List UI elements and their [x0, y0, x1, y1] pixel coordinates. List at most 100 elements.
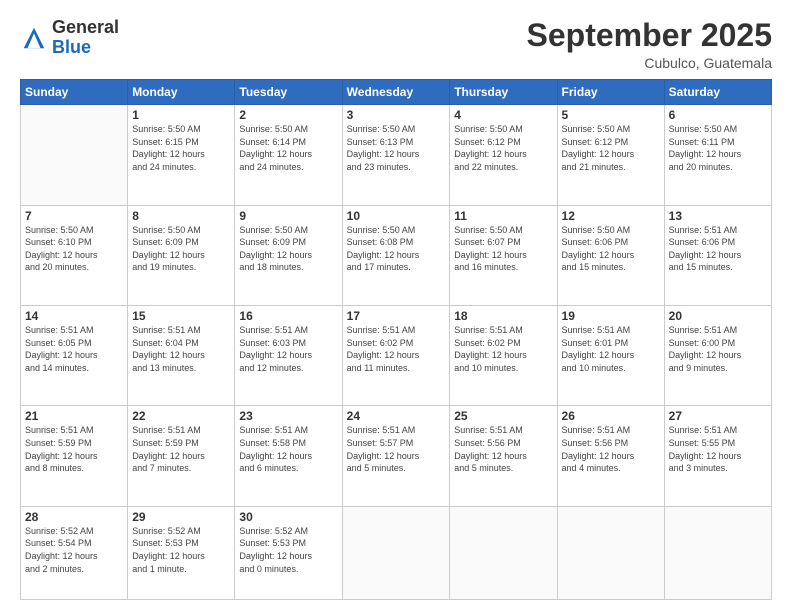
day-number: 9 — [239, 209, 337, 223]
calendar-cell: 24Sunrise: 5:51 AM Sunset: 5:57 PM Dayli… — [342, 406, 450, 506]
day-info: Sunrise: 5:51 AM Sunset: 5:56 PM Dayligh… — [562, 424, 660, 474]
calendar-cell: 9Sunrise: 5:50 AM Sunset: 6:09 PM Daylig… — [235, 205, 342, 305]
day-info: Sunrise: 5:51 AM Sunset: 6:06 PM Dayligh… — [669, 224, 767, 274]
weekday-header: Monday — [128, 80, 235, 105]
day-info: Sunrise: 5:51 AM Sunset: 5:59 PM Dayligh… — [132, 424, 230, 474]
calendar-week-row: 1Sunrise: 5:50 AM Sunset: 6:15 PM Daylig… — [21, 105, 772, 205]
calendar-cell — [21, 105, 128, 205]
day-info: Sunrise: 5:51 AM Sunset: 6:05 PM Dayligh… — [25, 324, 123, 374]
day-number: 20 — [669, 309, 767, 323]
weekday-header: Sunday — [21, 80, 128, 105]
logo-blue: Blue — [52, 37, 91, 57]
day-number: 29 — [132, 510, 230, 524]
calendar-cell: 16Sunrise: 5:51 AM Sunset: 6:03 PM Dayli… — [235, 306, 342, 406]
day-number: 12 — [562, 209, 660, 223]
calendar-cell: 27Sunrise: 5:51 AM Sunset: 5:55 PM Dayli… — [664, 406, 771, 506]
day-number: 24 — [347, 409, 446, 423]
day-number: 1 — [132, 108, 230, 122]
logo-text: General Blue — [52, 18, 119, 58]
day-info: Sunrise: 5:50 AM Sunset: 6:12 PM Dayligh… — [454, 123, 552, 173]
day-number: 8 — [132, 209, 230, 223]
calendar-cell — [557, 506, 664, 599]
calendar-cell: 7Sunrise: 5:50 AM Sunset: 6:10 PM Daylig… — [21, 205, 128, 305]
calendar-week-row: 14Sunrise: 5:51 AM Sunset: 6:05 PM Dayli… — [21, 306, 772, 406]
day-info: Sunrise: 5:50 AM Sunset: 6:08 PM Dayligh… — [347, 224, 446, 274]
calendar-cell — [450, 506, 557, 599]
day-number: 2 — [239, 108, 337, 122]
location: Cubulco, Guatemala — [527, 55, 772, 71]
day-info: Sunrise: 5:51 AM Sunset: 5:56 PM Dayligh… — [454, 424, 552, 474]
calendar-week-row: 28Sunrise: 5:52 AM Sunset: 5:54 PM Dayli… — [21, 506, 772, 599]
day-number: 7 — [25, 209, 123, 223]
day-number: 16 — [239, 309, 337, 323]
day-number: 6 — [669, 108, 767, 122]
calendar-week-row: 21Sunrise: 5:51 AM Sunset: 5:59 PM Dayli… — [21, 406, 772, 506]
day-number: 25 — [454, 409, 552, 423]
calendar-cell: 3Sunrise: 5:50 AM Sunset: 6:13 PM Daylig… — [342, 105, 450, 205]
day-number: 28 — [25, 510, 123, 524]
day-info: Sunrise: 5:52 AM Sunset: 5:53 PM Dayligh… — [132, 525, 230, 575]
day-info: Sunrise: 5:50 AM Sunset: 6:07 PM Dayligh… — [454, 224, 552, 274]
day-info: Sunrise: 5:50 AM Sunset: 6:12 PM Dayligh… — [562, 123, 660, 173]
day-info: Sunrise: 5:52 AM Sunset: 5:53 PM Dayligh… — [239, 525, 337, 575]
page: General Blue September 2025 Cubulco, Gua… — [0, 0, 792, 612]
logo-icon — [20, 24, 48, 52]
day-info: Sunrise: 5:51 AM Sunset: 6:03 PM Dayligh… — [239, 324, 337, 374]
calendar-cell: 13Sunrise: 5:51 AM Sunset: 6:06 PM Dayli… — [664, 205, 771, 305]
day-number: 19 — [562, 309, 660, 323]
header: General Blue September 2025 Cubulco, Gua… — [20, 18, 772, 71]
day-number: 17 — [347, 309, 446, 323]
day-info: Sunrise: 5:51 AM Sunset: 6:04 PM Dayligh… — [132, 324, 230, 374]
month-title: September 2025 — [527, 18, 772, 53]
day-info: Sunrise: 5:51 AM Sunset: 6:02 PM Dayligh… — [454, 324, 552, 374]
calendar-cell: 19Sunrise: 5:51 AM Sunset: 6:01 PM Dayli… — [557, 306, 664, 406]
weekday-header-row: SundayMondayTuesdayWednesdayThursdayFrid… — [21, 80, 772, 105]
calendar-cell: 10Sunrise: 5:50 AM Sunset: 6:08 PM Dayli… — [342, 205, 450, 305]
day-info: Sunrise: 5:52 AM Sunset: 5:54 PM Dayligh… — [25, 525, 123, 575]
calendar-cell: 6Sunrise: 5:50 AM Sunset: 6:11 PM Daylig… — [664, 105, 771, 205]
day-number: 14 — [25, 309, 123, 323]
day-info: Sunrise: 5:50 AM Sunset: 6:14 PM Dayligh… — [239, 123, 337, 173]
calendar-cell: 25Sunrise: 5:51 AM Sunset: 5:56 PM Dayli… — [450, 406, 557, 506]
calendar-cell: 5Sunrise: 5:50 AM Sunset: 6:12 PM Daylig… — [557, 105, 664, 205]
day-info: Sunrise: 5:50 AM Sunset: 6:06 PM Dayligh… — [562, 224, 660, 274]
calendar-cell: 23Sunrise: 5:51 AM Sunset: 5:58 PM Dayli… — [235, 406, 342, 506]
day-number: 26 — [562, 409, 660, 423]
title-block: September 2025 Cubulco, Guatemala — [527, 18, 772, 71]
day-info: Sunrise: 5:50 AM Sunset: 6:15 PM Dayligh… — [132, 123, 230, 173]
calendar-cell: 21Sunrise: 5:51 AM Sunset: 5:59 PM Dayli… — [21, 406, 128, 506]
day-number: 4 — [454, 108, 552, 122]
calendar-cell: 15Sunrise: 5:51 AM Sunset: 6:04 PM Dayli… — [128, 306, 235, 406]
day-info: Sunrise: 5:51 AM Sunset: 5:55 PM Dayligh… — [669, 424, 767, 474]
calendar-week-row: 7Sunrise: 5:50 AM Sunset: 6:10 PM Daylig… — [21, 205, 772, 305]
weekday-header: Tuesday — [235, 80, 342, 105]
day-info: Sunrise: 5:51 AM Sunset: 5:57 PM Dayligh… — [347, 424, 446, 474]
day-number: 13 — [669, 209, 767, 223]
weekday-header: Thursday — [450, 80, 557, 105]
day-number: 15 — [132, 309, 230, 323]
weekday-header: Friday — [557, 80, 664, 105]
day-info: Sunrise: 5:51 AM Sunset: 5:59 PM Dayligh… — [25, 424, 123, 474]
day-info: Sunrise: 5:51 AM Sunset: 6:01 PM Dayligh… — [562, 324, 660, 374]
day-info: Sunrise: 5:50 AM Sunset: 6:09 PM Dayligh… — [239, 224, 337, 274]
logo-general: General — [52, 17, 119, 37]
calendar-cell: 17Sunrise: 5:51 AM Sunset: 6:02 PM Dayli… — [342, 306, 450, 406]
day-number: 18 — [454, 309, 552, 323]
calendar-cell: 20Sunrise: 5:51 AM Sunset: 6:00 PM Dayli… — [664, 306, 771, 406]
day-number: 11 — [454, 209, 552, 223]
day-info: Sunrise: 5:51 AM Sunset: 6:02 PM Dayligh… — [347, 324, 446, 374]
day-info: Sunrise: 5:50 AM Sunset: 6:13 PM Dayligh… — [347, 123, 446, 173]
calendar-table: SundayMondayTuesdayWednesdayThursdayFrid… — [20, 79, 772, 600]
calendar-cell: 29Sunrise: 5:52 AM Sunset: 5:53 PM Dayli… — [128, 506, 235, 599]
calendar-cell: 26Sunrise: 5:51 AM Sunset: 5:56 PM Dayli… — [557, 406, 664, 506]
logo: General Blue — [20, 18, 119, 58]
day-number: 30 — [239, 510, 337, 524]
calendar-cell — [342, 506, 450, 599]
weekday-header: Saturday — [664, 80, 771, 105]
day-number: 10 — [347, 209, 446, 223]
day-number: 3 — [347, 108, 446, 122]
calendar-cell: 4Sunrise: 5:50 AM Sunset: 6:12 PM Daylig… — [450, 105, 557, 205]
day-number: 21 — [25, 409, 123, 423]
calendar-cell: 18Sunrise: 5:51 AM Sunset: 6:02 PM Dayli… — [450, 306, 557, 406]
day-info: Sunrise: 5:50 AM Sunset: 6:10 PM Dayligh… — [25, 224, 123, 274]
